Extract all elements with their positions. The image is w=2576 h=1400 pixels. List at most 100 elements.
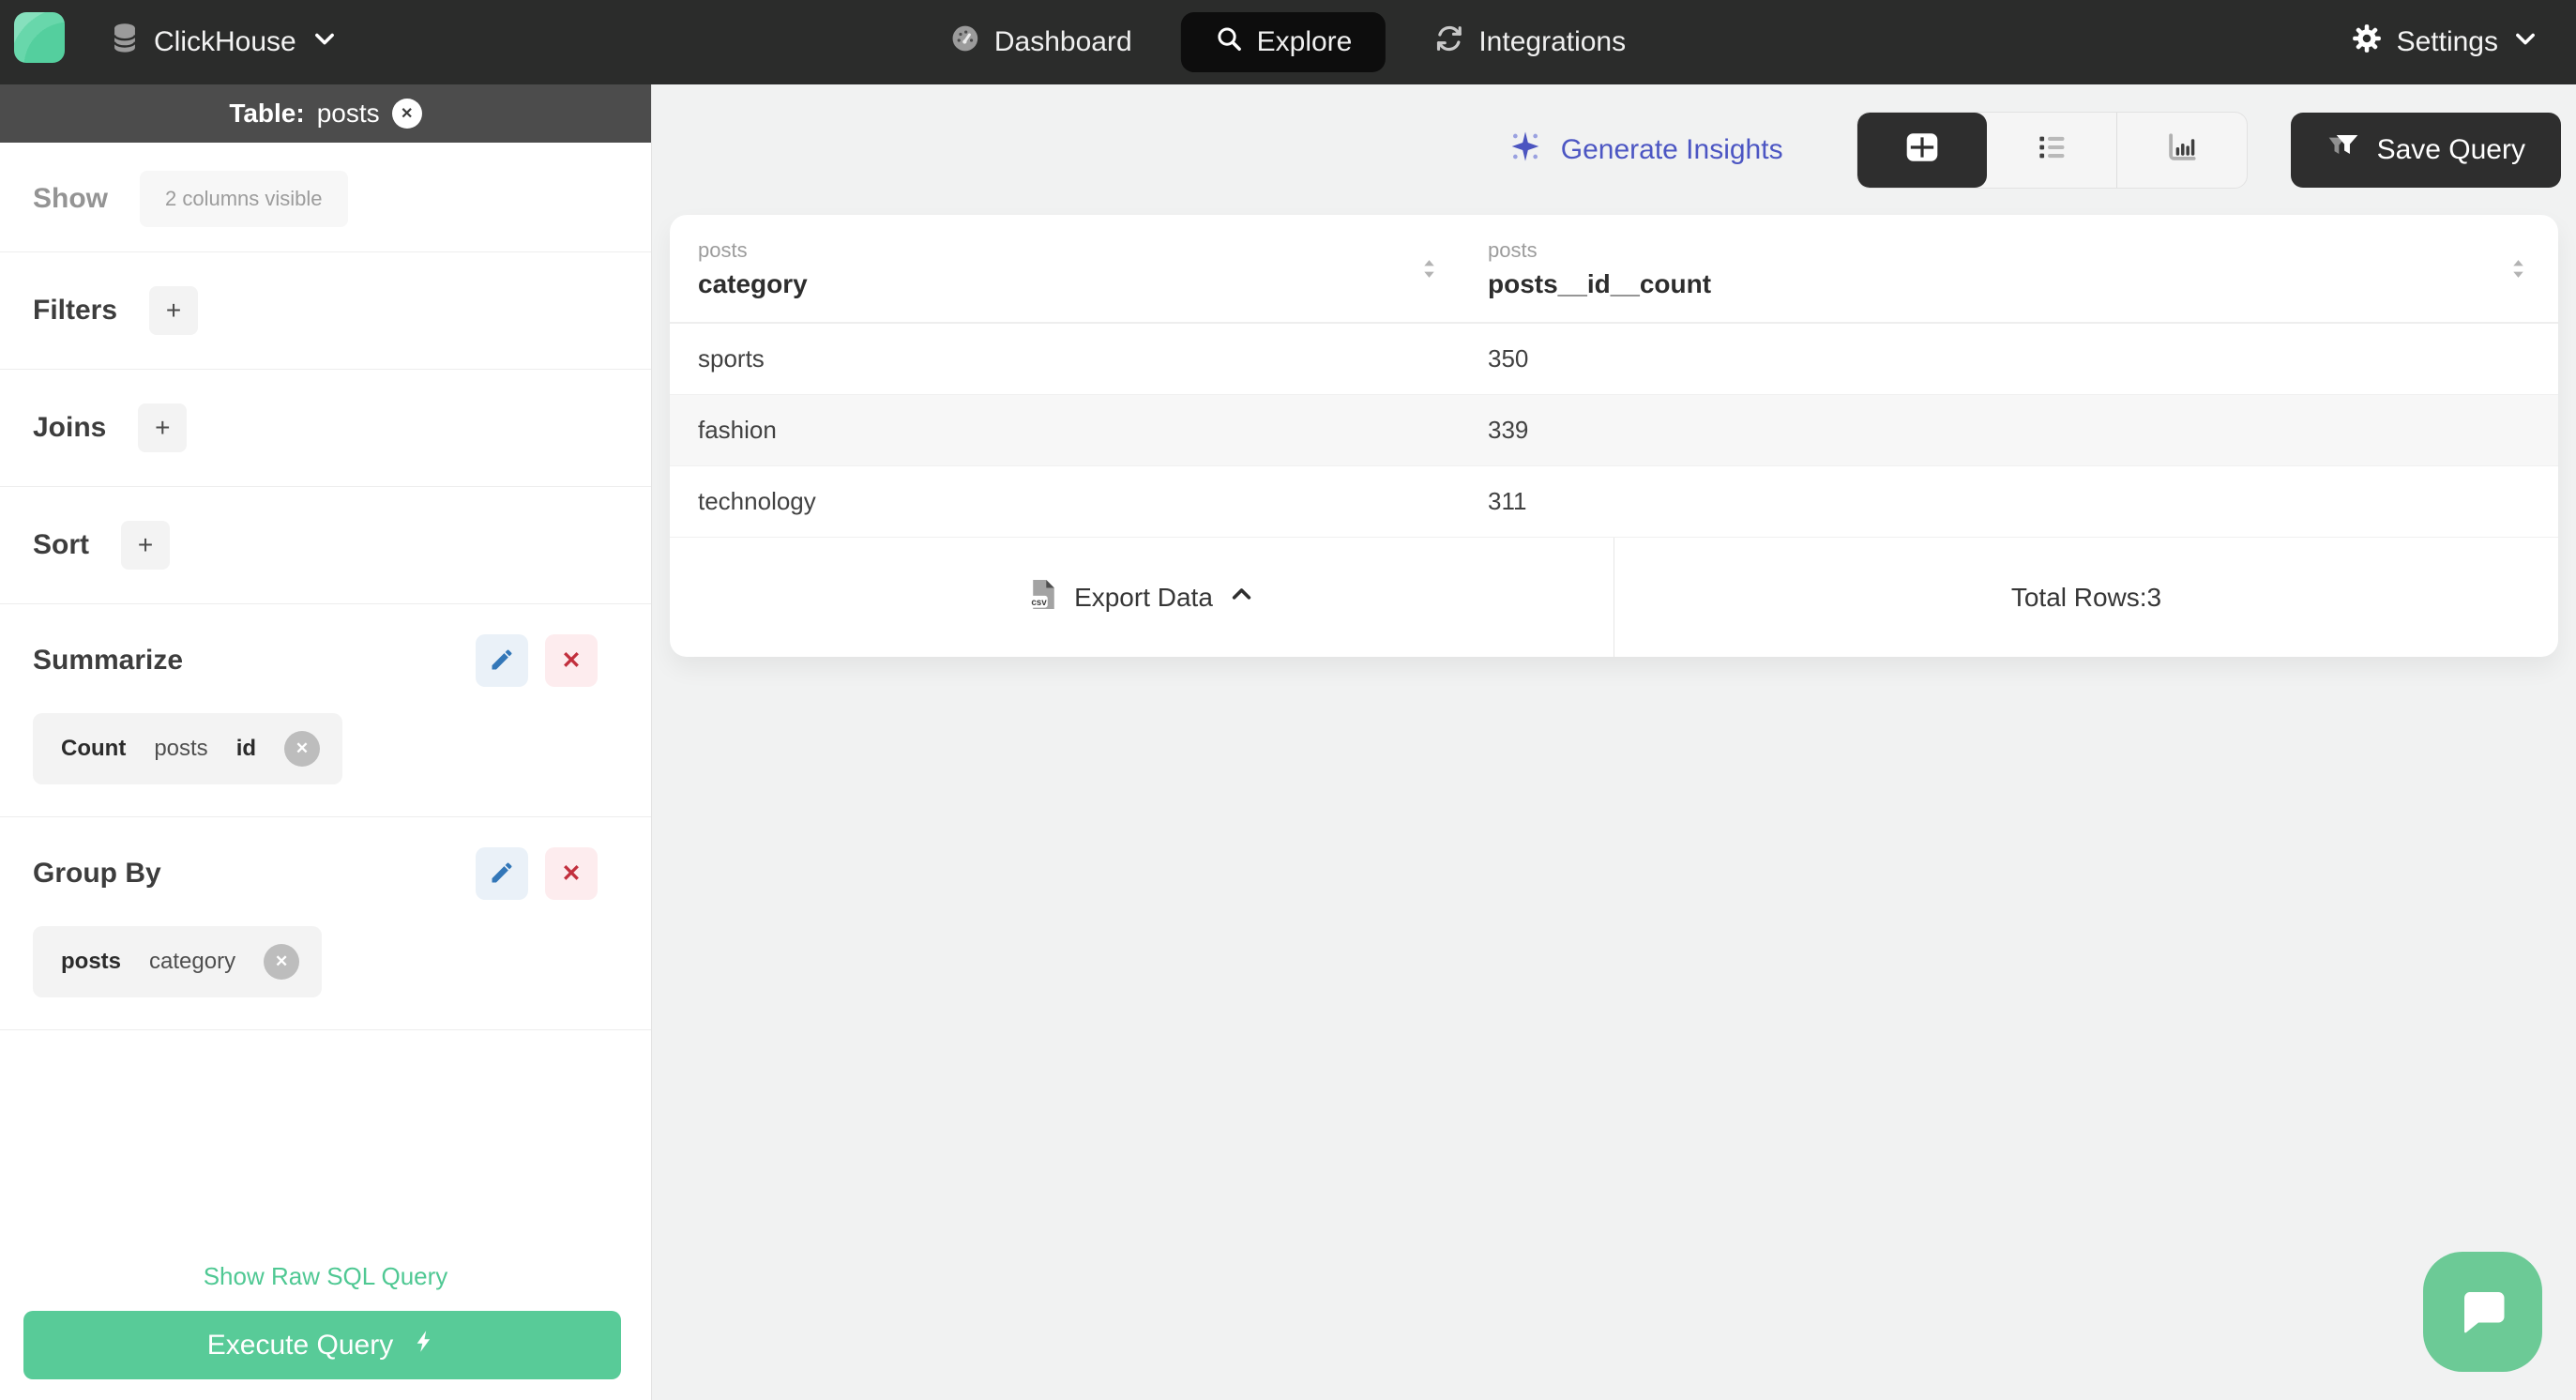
nav-label: Explore — [1256, 26, 1353, 57]
cell-category: technology — [698, 487, 816, 515]
chevron-down-icon — [311, 25, 338, 59]
pencil-icon — [489, 647, 515, 676]
group-by-section: Group By ✕ posts category ✕ — [0, 817, 651, 1029]
list-view-icon — [2034, 129, 2069, 170]
nav-item-dashboard[interactable]: Dashboard — [950, 23, 1132, 61]
add-sort-button[interactable]: + — [121, 521, 170, 570]
cell-category: fashion — [698, 416, 777, 444]
search-icon — [1215, 24, 1243, 60]
refresh-icon — [1434, 23, 1464, 61]
settings-label: Settings — [2396, 26, 2498, 57]
results-table-card: posts category posts posts__id__count sp… — [670, 215, 2558, 657]
chevron-up-icon — [1229, 582, 1254, 614]
sort-section: Sort + — [0, 487, 651, 603]
csv-file-icon: csv — [1029, 577, 1058, 618]
remove-table-button[interactable]: ✕ — [391, 99, 422, 129]
column-group: posts — [1488, 237, 1538, 262]
remove-group-by-button[interactable]: ✕ — [545, 847, 598, 900]
remove-chip-button[interactable]: ✕ — [264, 944, 300, 980]
add-join-button[interactable]: + — [138, 403, 188, 452]
table-view-icon — [1904, 129, 1940, 170]
top-navbar: ClickHouse Dashboard Explore Integration… — [0, 0, 2576, 84]
table-name: posts — [316, 99, 380, 128]
table-footer: csv Export Data Total Rows:3 — [670, 538, 2558, 657]
brand-label: ClickHouse — [154, 26, 296, 57]
cell-category: sports — [698, 344, 765, 373]
table-label: Table: — [229, 99, 305, 128]
chip-table: posts — [154, 736, 208, 761]
aggregate-label: Count — [61, 736, 127, 761]
main-navigation: Dashboard Explore Integrations — [950, 0, 1626, 84]
chip-field: category — [149, 949, 236, 974]
gauge-icon — [950, 23, 980, 61]
generate-insights-link[interactable]: Generate Insights — [1507, 128, 1783, 173]
remove-chip-button[interactable]: ✕ — [284, 731, 321, 767]
remove-summarize-button[interactable]: ✕ — [545, 634, 598, 687]
cell-count: 350 — [1488, 344, 1529, 373]
show-raw-sql-link[interactable]: Show Raw SQL Query — [0, 1262, 651, 1291]
group-by-label: Group By — [33, 858, 161, 889]
database-icon — [111, 23, 139, 62]
chat-widget-button[interactable] — [2423, 1252, 2542, 1372]
export-data-button[interactable]: csv Export Data — [670, 538, 1614, 657]
query-builder-sidebar: Table: posts ✕ Show 2 columns visible Fi… — [0, 84, 652, 1400]
save-query-label: Save Query — [2376, 133, 2525, 165]
settings-menu[interactable]: Settings — [2351, 0, 2538, 84]
sort-icon[interactable] — [2505, 257, 2532, 281]
bar-chart-icon — [2164, 129, 2200, 170]
pencil-icon — [489, 860, 515, 889]
gear-icon — [2351, 23, 2383, 62]
database-selector[interactable]: ClickHouse — [111, 0, 338, 84]
results-area: Generate Insights Save Query posts categ… — [652, 84, 2576, 1400]
app-root: ClickHouse Dashboard Explore Integration… — [0, 0, 2576, 1400]
show-section: Show 2 columns visible — [0, 143, 651, 251]
save-query-button[interactable]: Save Query — [2290, 112, 2561, 188]
chip-table: posts — [61, 949, 122, 974]
speech-bubble-icon — [2455, 1283, 2511, 1342]
app-logo[interactable] — [14, 12, 65, 63]
csv-label: csv — [1031, 597, 1047, 607]
column-name: category — [698, 268, 808, 298]
execute-query-button[interactable]: Execute Query — [23, 1311, 621, 1379]
chart-view-button[interactable] — [2117, 113, 2247, 188]
chevron-down-icon — [2512, 25, 2538, 59]
sparkle-icon — [1507, 128, 1544, 173]
nav-label: Integrations — [1478, 26, 1627, 57]
export-data-label: Export Data — [1074, 582, 1213, 612]
summarize-section: Summarize ✕ Count posts id ✕ — [0, 604, 651, 816]
column-name: posts__id__count — [1488, 268, 1712, 298]
cell-count: 311 — [1488, 487, 1527, 515]
nav-label: Dashboard — [993, 26, 1132, 57]
lightning-bolt-icon — [412, 1327, 437, 1363]
nav-item-explore[interactable]: Explore — [1180, 12, 1386, 72]
column-header-category[interactable]: posts category — [670, 215, 1482, 322]
column-group: posts — [698, 237, 748, 262]
table-row: fashion 339 — [670, 395, 2558, 466]
view-mode-toggle — [1856, 111, 2248, 189]
filters-label: Filters — [33, 295, 118, 326]
columns-visible-chip[interactable]: 2 columns visible — [140, 171, 348, 227]
table-row: technology 311 — [670, 466, 2558, 538]
table-header-row: posts category posts posts__id__count — [670, 215, 2558, 324]
nav-item-integrations[interactable]: Integrations — [1434, 23, 1626, 61]
sort-icon[interactable] — [1416, 257, 1443, 281]
total-rows-label: Total Rows:3 — [2010, 582, 2162, 612]
list-view-button[interactable] — [1987, 112, 2117, 188]
joins-label: Joins — [33, 412, 107, 443]
edit-summarize-button[interactable] — [476, 634, 528, 687]
edit-group-by-button[interactable] — [476, 847, 528, 900]
execute-query-label: Execute Query — [206, 1329, 394, 1361]
divider — [0, 1029, 651, 1030]
joins-section: Joins + — [0, 370, 651, 486]
show-label: Show — [33, 183, 108, 214]
cell-count: 339 — [1488, 416, 1529, 444]
generate-insights-label: Generate Insights — [1560, 133, 1783, 165]
group-by-chip: posts category ✕ — [33, 926, 323, 997]
column-header-count[interactable]: posts posts__id__count — [1482, 215, 2558, 322]
results-toolbar: Generate Insights Save Query — [652, 84, 2576, 215]
table-view-button[interactable] — [1856, 112, 1987, 188]
filters-section: Filters + — [0, 252, 651, 369]
chip-field: id — [235, 736, 257, 761]
table-header-bar: Table: posts ✕ — [0, 84, 651, 143]
add-filter-button[interactable]: + — [149, 286, 199, 335]
